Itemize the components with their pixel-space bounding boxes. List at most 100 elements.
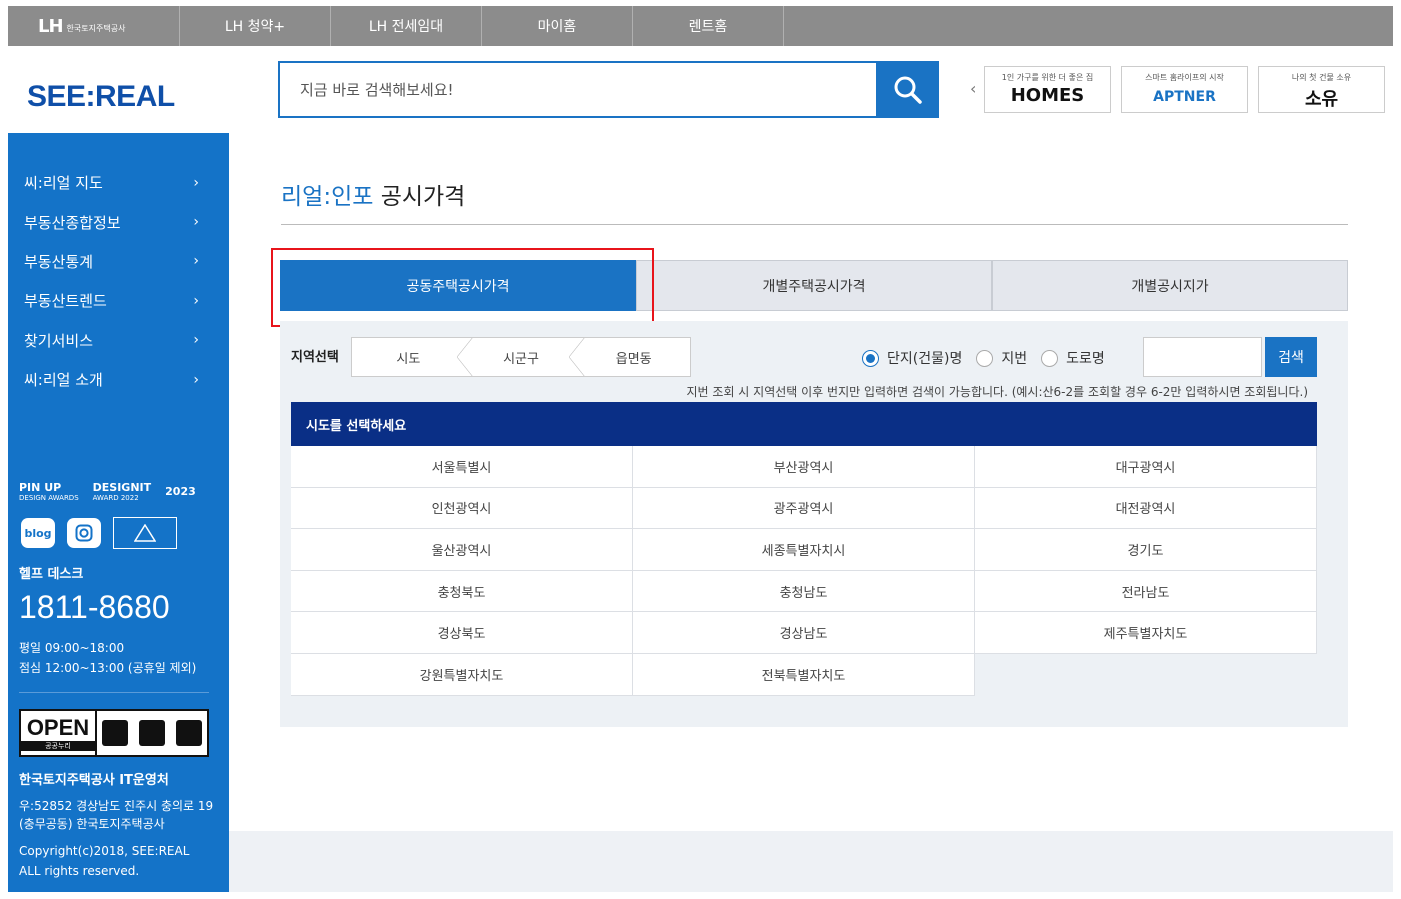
- sido-item[interactable]: 전라남도: [975, 570, 1317, 613]
- sido-item[interactable]: 제주특별자치도: [975, 612, 1317, 654]
- sido-item[interactable]: 서울특별시: [291, 446, 633, 488]
- crumb-sido[interactable]: 시도: [352, 338, 465, 376]
- attribution-icon: [102, 720, 129, 746]
- top-nav-myhome[interactable]: 마이홈: [482, 6, 633, 46]
- sidebar-divider: [19, 692, 209, 693]
- open-license-subtitle: 공공누리: [21, 741, 95, 751]
- radio-selected-icon: [862, 349, 879, 367]
- promo-soyu[interactable]: 나의 첫 건물 소유 소유: [1258, 66, 1385, 113]
- header: SEE:REAL 지금 바로 검색해보세요! ‹ 1인 가구를 위한 더 좋은 …: [8, 46, 1393, 133]
- promo-homes-tagline: 1인 가구를 위한 더 좋은 집: [1001, 73, 1094, 82]
- region-breadcrumb: 시도 시군구 읍면동: [351, 337, 691, 377]
- sidebar-item-label: 부동산통계: [24, 252, 94, 271]
- help-desk-title: 헬프 데스크: [19, 567, 84, 582]
- operator-name: 한국토지주택공사 IT운영처: [19, 773, 169, 788]
- sidebar-item-stats[interactable]: 부동산통계 ›: [8, 242, 229, 281]
- sido-item[interactable]: 울산광역시: [291, 529, 633, 571]
- promo-homes[interactable]: 1인 가구를 위한 더 좋은 집 HOMES: [984, 66, 1111, 113]
- sido-item[interactable]: 부산광역시: [633, 446, 975, 488]
- tab-land-price[interactable]: 개별공시지가: [992, 260, 1348, 311]
- promo-soyu-tagline: 나의 첫 건물 소유: [1291, 73, 1352, 82]
- radio-complex-name[interactable]: 단지(건물)명: [862, 348, 962, 368]
- social-links: blog: [21, 517, 177, 549]
- sidebar-item-map[interactable]: 씨:리얼 지도 ›: [8, 163, 229, 202]
- sidebar-item-trend[interactable]: 부동산트렌드 ›: [8, 281, 229, 320]
- sido-grid: 서울특별시 부산광역시 대구광역시 인천광역시 광주광역시 대전광역시 울산광역…: [291, 446, 1317, 696]
- help-desk-hours: 평일 09:00~18:00 점심 12:00~13:00 (공휴일 제외): [19, 641, 197, 675]
- promo-prev-icon[interactable]: ‹: [970, 79, 976, 98]
- search-input[interactable]: 지금 바로 검색해보세요!: [278, 61, 877, 118]
- german-design-award-logo: 2023: [165, 485, 196, 498]
- no-derivatives-icon: [175, 720, 202, 746]
- sido-item[interactable]: 전북특별자치도: [633, 653, 975, 696]
- pinup-award-logo: PIN UP DESIGN AWARDS: [19, 481, 79, 502]
- designit-award-logo: DESIGNIT AWARD 2022: [92, 481, 152, 502]
- promo-aptner[interactable]: 스마트 홈라이프의 시작 APTNER: [1121, 66, 1248, 113]
- operator-address: 우:52852 경상남도 진주시 충의로 19 (충무공동) 한국토지주택공사: [19, 799, 214, 831]
- sido-item[interactable]: 인천광역시: [291, 487, 633, 530]
- highlight-box: [271, 248, 654, 327]
- instagram-icon[interactable]: [67, 518, 101, 548]
- sidebar-item-about[interactable]: 씨:리얼 소개 ›: [8, 360, 229, 399]
- main-footer: [229, 831, 1393, 892]
- chevron-right-icon: ›: [193, 332, 199, 349]
- main-content: 리얼:인포 공시가격 공동주택공시가격 개별주택공시가격 개별공시지가 지역선택…: [229, 133, 1393, 892]
- awards: PIN UP DESIGN AWARDS DESIGNIT AWARD 2022 2…: [19, 481, 196, 502]
- sido-item[interactable]: 강원특별자치도: [291, 653, 633, 696]
- sido-header: 시도를 선택하세요: [291, 402, 1317, 446]
- page-title-accent: 리얼:인포: [281, 184, 374, 210]
- top-nav: LH 청약+ LH 전세임대 마이홈 렌트홈: [180, 6, 784, 46]
- chevron-right-icon: ›: [193, 253, 199, 270]
- chevron-right-icon: ›: [193, 214, 199, 231]
- certification-icon: [113, 517, 177, 549]
- tab-house-price[interactable]: 개별주택공시가격: [636, 260, 992, 311]
- promo-aptner-tagline: 스마트 홈라이프의 시작: [1145, 73, 1224, 82]
- sidebar-item-label: 찾기서비스: [24, 331, 94, 350]
- sido-item[interactable]: 세종특별자치시: [633, 529, 975, 571]
- chevron-right-icon: ›: [193, 371, 199, 388]
- sido-item[interactable]: 충청북도: [291, 570, 633, 613]
- search-hint: 지번 조회 시 지역선택 이후 번지만 입력하면 검색이 가능합니다. (예시:…: [686, 385, 1308, 399]
- search-panel: 지역선택 시도 시군구 읍면동 단지(건물)명 지번 도로명 검색 지번 조회 …: [280, 321, 1348, 727]
- radio-lot-number[interactable]: 지번: [976, 348, 1027, 368]
- radio-icon: [1041, 349, 1059, 367]
- open-license-badge: OPEN 공공누리: [19, 709, 209, 757]
- sidebar-item-label: 씨:리얼 소개: [24, 371, 103, 390]
- sidebar-item-label: 부동산트렌드: [24, 292, 107, 311]
- sido-item[interactable]: 광주광역시: [633, 487, 975, 530]
- blog-icon[interactable]: blog: [21, 518, 55, 548]
- top-bar: LH 한국토지주택공사 LH 청약+ LH 전세임대 마이홈 렌트홈: [8, 6, 1393, 46]
- promo-aptner-label: APTNER: [1153, 89, 1216, 105]
- sido-empty-cell: [975, 654, 1317, 696]
- top-nav-renthome[interactable]: 렌트홈: [633, 6, 784, 46]
- top-nav-lh-subscription[interactable]: LH 청약+: [180, 6, 331, 46]
- noncommercial-icon: [138, 720, 165, 746]
- keyword-input[interactable]: [1143, 337, 1262, 377]
- sidebar-item-info[interactable]: 부동산종합정보 ›: [8, 202, 229, 241]
- lh-logo-subtitle: 한국토지주택공사: [66, 23, 126, 33]
- crumb-eupmyeondong[interactable]: 읍면동: [569, 337, 690, 377]
- sidebar-item-label: 씨:리얼 지도: [24, 174, 103, 193]
- sido-item[interactable]: 경상남도: [633, 612, 975, 654]
- search-icon: [894, 76, 922, 104]
- sido-item[interactable]: 경기도: [975, 529, 1317, 571]
- keyword-search-button[interactable]: 검색: [1265, 337, 1317, 377]
- chevron-right-icon: ›: [193, 292, 199, 309]
- page-title: 리얼:인포 공시가격: [281, 177, 465, 211]
- sido-item[interactable]: 경상북도: [291, 612, 633, 654]
- brand-logo[interactable]: SEE:REAL: [27, 80, 175, 114]
- search-type-radios: 단지(건물)명 지번 도로명: [862, 348, 1105, 368]
- search-button[interactable]: [876, 61, 939, 118]
- sidebar-menu: 씨:리얼 지도 › 부동산종합정보 › 부동산통계 › 부동산트렌드 › 찾기서비스 › …: [8, 163, 229, 399]
- lh-logo-mark: LH: [38, 15, 64, 37]
- sidebar-item-search-service[interactable]: 찾기서비스 ›: [8, 321, 229, 360]
- promo-homes-label: HOMES: [1010, 85, 1085, 106]
- crumb-sigungu[interactable]: 시군구: [456, 337, 578, 377]
- radio-road-name[interactable]: 도로명: [1041, 348, 1105, 368]
- promo-soyu-label: 소유: [1304, 89, 1339, 110]
- sido-item[interactable]: 대전광역시: [975, 487, 1317, 530]
- lh-logo[interactable]: LH 한국토지주택공사: [8, 6, 180, 46]
- sido-item[interactable]: 충청남도: [633, 570, 975, 613]
- top-nav-lh-jeonse[interactable]: LH 전세임대: [331, 6, 482, 46]
- sido-item[interactable]: 대구광역시: [975, 446, 1317, 488]
